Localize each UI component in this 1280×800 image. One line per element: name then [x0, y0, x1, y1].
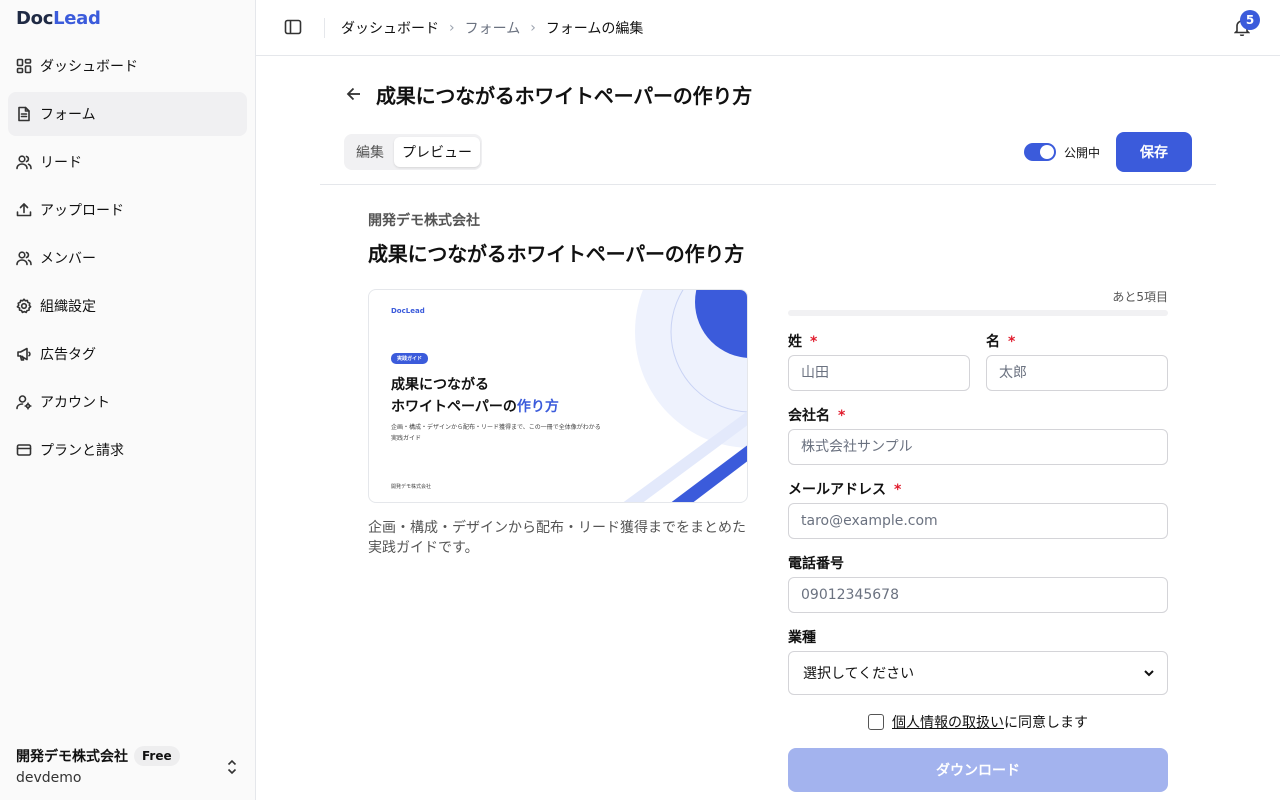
industry-label: 業種 — [788, 630, 816, 646]
sidebar-item-org-settings[interactable]: 組織設定 — [8, 284, 247, 328]
sidebar-item-label: メンバー — [40, 251, 96, 267]
industry-select-value: 選択してください — [803, 666, 915, 682]
last-name-label-text: 姓 — [788, 334, 802, 350]
cover-heading-line2: ホワイトペーパーの作り方 — [391, 396, 631, 418]
cover-badge: 実践ガイド — [391, 353, 429, 364]
header-divider — [324, 18, 325, 38]
sidebar-item-account[interactable]: アカウント — [8, 380, 247, 424]
sidebar-item-label: 組織設定 — [40, 299, 96, 315]
company-label-text: 会社名 — [788, 408, 830, 424]
cover-subtitle: 企画・構成・デザインから配布・リード獲得まで、この一冊で全体像がわかる実践ガイド — [391, 424, 601, 442]
cover-heading: 成果につながる ホワイトペーパーの作り方 — [391, 374, 631, 418]
cover-heading-accent: 作り方 — [516, 399, 559, 415]
org-name: 開発デモ株式会社 — [16, 749, 128, 765]
publish-status-label: 公開中 — [1064, 146, 1101, 160]
chevron-down-icon — [1143, 667, 1155, 679]
phone-input[interactable] — [788, 577, 1168, 613]
last-name-label: 姓 * — [788, 331, 817, 351]
required-marker: * — [838, 408, 846, 424]
sidebar-item-label: フォーム — [40, 107, 96, 123]
required-marker: * — [1008, 334, 1016, 350]
sidebar-item-members[interactable]: メンバー — [8, 236, 247, 280]
first-name-input[interactable] — [986, 355, 1168, 391]
users-icon — [16, 154, 32, 170]
sidebar-item-forms[interactable]: フォーム — [8, 92, 247, 136]
document-icon — [16, 106, 32, 122]
consent-text: に同意します — [1004, 715, 1088, 731]
sidebar-item-label: プランと請求 — [40, 443, 124, 459]
privacy-policy-link[interactable]: 個人情報の取扱い — [892, 712, 1004, 732]
megaphone-icon — [16, 346, 32, 362]
first-name-label-text: 名 — [986, 334, 1000, 350]
page-title: 成果につながるホワイトペーパーの作り方 — [376, 84, 752, 108]
dashboard-icon — [16, 58, 32, 74]
save-button[interactable]: 保存 — [1116, 132, 1192, 172]
email-label-text: メールアドレス — [788, 482, 886, 498]
download-button[interactable]: ダウンロード — [788, 748, 1168, 792]
cover-heading-line2-text: ホワイトペーパーの — [391, 399, 517, 415]
org-slug: devdemo — [16, 770, 82, 786]
org-switcher[interactable]: 開発デモ株式会社 Free devdemo — [16, 746, 248, 786]
cover-logo: DocLead — [391, 307, 425, 315]
tab-edit[interactable]: 編集 — [348, 137, 392, 167]
phone-label: 電話番号 — [788, 556, 844, 572]
notification-badge: 5 — [1240, 10, 1260, 30]
breadcrumb-forms[interactable]: フォーム — [465, 18, 521, 38]
publish-toggle[interactable] — [1024, 143, 1056, 161]
gear-icon — [16, 298, 32, 314]
app-logo[interactable]: DocLead — [16, 8, 101, 29]
sidebar-toggle-icon[interactable] — [284, 18, 304, 38]
user-gear-icon — [16, 394, 32, 410]
tab-preview[interactable]: プレビュー — [394, 137, 480, 167]
sidebar-item-label: アカウント — [40, 395, 110, 411]
logo-text-lead: Lead — [53, 8, 101, 29]
members-icon — [16, 250, 32, 266]
first-name-label: 名 * — [986, 331, 1015, 351]
sidebar-item-leads[interactable]: リード — [8, 140, 247, 184]
whitepaper-title: 成果につながるホワイトペーパーの作り方 — [368, 242, 744, 266]
remaining-fields: あと5項目 — [1112, 290, 1168, 304]
required-marker: * — [810, 334, 818, 350]
sidebar-item-upload[interactable]: アップロード — [8, 188, 247, 232]
credit-card-icon — [16, 442, 32, 458]
upload-icon — [16, 202, 32, 218]
consent-row: 個人情報の取扱い に同意します — [868, 712, 1088, 732]
whitepaper-description: 企画・構成・デザインから配布・リード獲得までをまとめた実践ガイドです。 — [368, 520, 746, 556]
breadcrumb-dashboard[interactable]: ダッシュボード — [341, 18, 439, 38]
sidebar-item-billing[interactable]: プランと請求 — [8, 428, 247, 472]
company-name: 開発デモ株式会社 — [368, 213, 480, 229]
plan-badge: Free — [134, 746, 180, 766]
chevron-right-icon: › — [530, 20, 536, 36]
sidebar: DocLead ダッシュボード フォーム リード アップロード メンバー 組織設… — [0, 0, 256, 800]
email-label: メールアドレス * — [788, 479, 901, 499]
email-input[interactable] — [788, 503, 1168, 539]
chevron-up-down-icon[interactable] — [224, 758, 240, 776]
sidebar-item-ad-tags[interactable]: 広告タグ — [8, 332, 247, 376]
sidebar-item-label: リード — [40, 155, 82, 171]
sidebar-item-label: ダッシュボード — [40, 59, 138, 75]
sidebar-item-label: 広告タグ — [40, 347, 96, 363]
form-progress-bar — [788, 310, 1168, 316]
sidebar-nav: ダッシュボード フォーム リード アップロード メンバー 組織設定 広告タグ ア… — [8, 44, 247, 476]
cover-heading-line1: 成果につながる — [391, 377, 489, 393]
top-bar: ダッシュボード › フォーム › フォームの編集 5 — [256, 0, 1280, 56]
view-tabs: 編集 プレビュー — [344, 134, 482, 170]
required-marker: * — [894, 482, 902, 498]
last-name-input[interactable] — [788, 355, 970, 391]
logo-text-doc: Doc — [16, 8, 54, 29]
industry-select[interactable]: 選択してください — [788, 651, 1168, 695]
cover-footer: 開発デモ株式会社 — [391, 484, 432, 490]
consent-checkbox[interactable] — [868, 714, 884, 730]
company-label: 会社名 * — [788, 405, 845, 425]
company-input[interactable] — [788, 429, 1168, 465]
chevron-right-icon: › — [449, 20, 455, 36]
sidebar-item-dashboard[interactable]: ダッシュボード — [8, 44, 247, 88]
cover-image: DocLead 実践ガイド 成果につながる ホワイトペーパーの作り方 企画・構成… — [368, 289, 748, 503]
breadcrumb: ダッシュボード › フォーム › フォームの編集 — [341, 18, 643, 38]
header-divider — [320, 184, 1216, 185]
breadcrumb-current: フォームの編集 — [545, 21, 644, 37]
back-arrow-icon[interactable] — [344, 84, 364, 104]
sidebar-item-label: アップロード — [40, 203, 124, 219]
